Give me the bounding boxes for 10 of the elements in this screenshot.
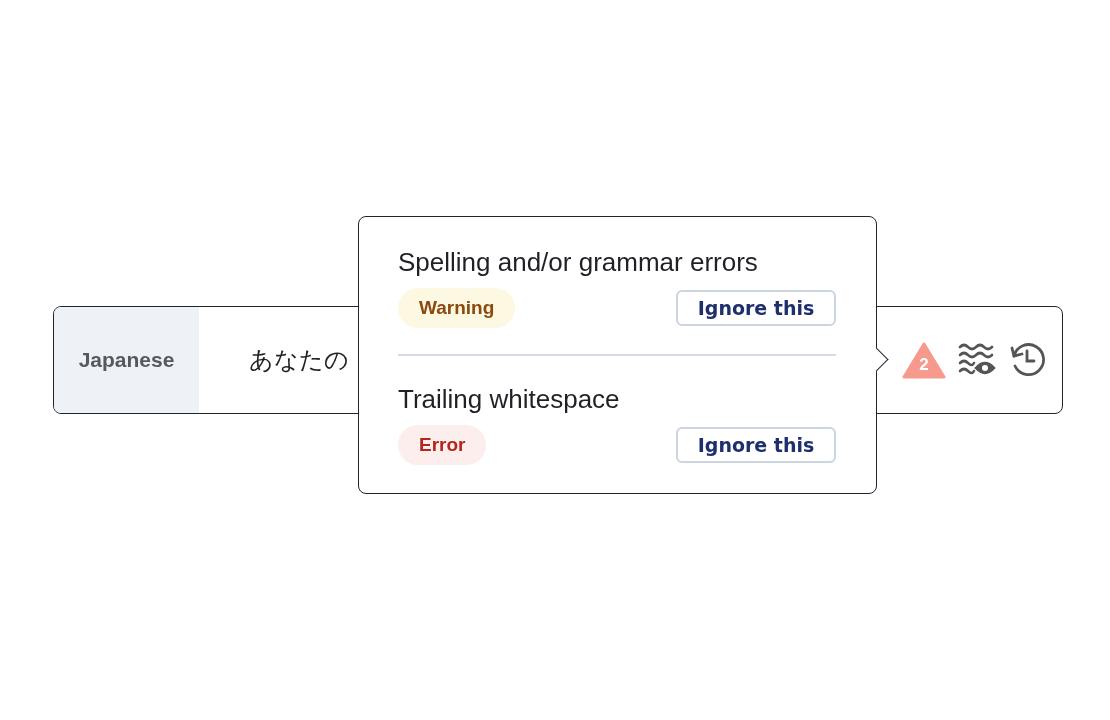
issue-title: Spelling and/or grammar errors bbox=[398, 247, 759, 278]
language-label: Japanese bbox=[78, 348, 175, 372]
issue-title: Trailing whitespace bbox=[398, 384, 621, 415]
ignore-button[interactable]: Ignore this bbox=[676, 427, 836, 463]
history-icon[interactable] bbox=[1008, 341, 1046, 379]
severity-tag: Warning bbox=[398, 288, 516, 328]
severity-tag: Error bbox=[398, 425, 487, 465]
translation-text: あなたの bbox=[249, 345, 349, 375]
ignore-button[interactable]: Ignore this bbox=[676, 290, 836, 326]
issue-count: 2 bbox=[919, 355, 929, 376]
